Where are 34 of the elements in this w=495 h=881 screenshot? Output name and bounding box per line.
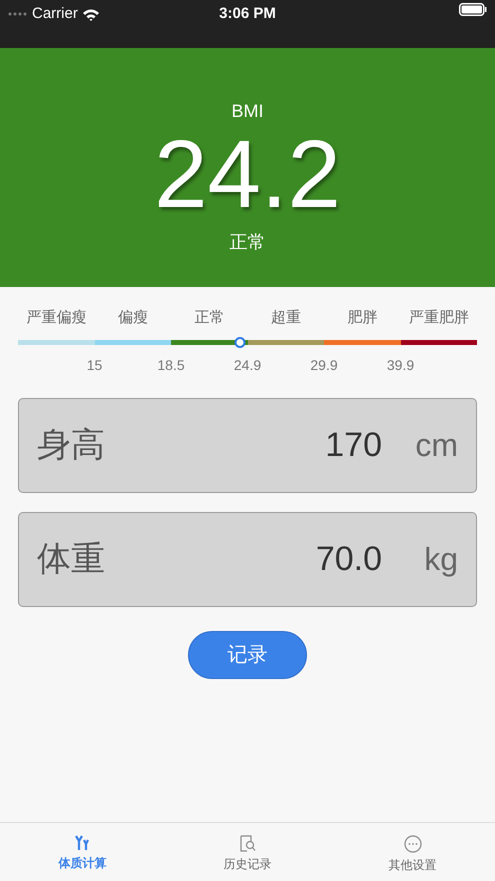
category-label: 正常: [193, 308, 226, 328]
record-button[interactable]: 记录: [188, 630, 307, 678]
battery-icon: [459, 3, 488, 16]
document-search-icon: [240, 835, 256, 852]
category-label: 偏瘦: [116, 308, 149, 328]
category-label: 超重: [270, 308, 302, 328]
measurement-field[interactable]: 身高 170 cm: [18, 398, 477, 492]
tab-item[interactable]: 历史记录: [165, 823, 330, 881]
figures-icon: [74, 835, 90, 851]
more-icon: [404, 835, 422, 853]
signal-icon: [8, 12, 28, 16]
field-label: 体重: [37, 538, 106, 580]
scale-tick-label: 39.9: [386, 356, 416, 374]
field-value: 170: [325, 424, 382, 466]
wifi-icon: [82, 8, 100, 21]
bmi-category: 正常: [230, 231, 266, 254]
measurement-field[interactable]: 体重 70.0 kg: [18, 512, 477, 606]
unit-label: cm: [414, 426, 458, 465]
unit-label: kg: [423, 540, 458, 579]
field-label: 身高: [37, 424, 106, 466]
tab-item[interactable]: 体质计算: [0, 823, 165, 881]
carrier-name: Carrier: [32, 4, 78, 24]
bmi-value: 24.2: [154, 125, 341, 225]
clock-time: 3:06 PM: [219, 4, 276, 24]
scale-tick-label: 29.9: [309, 356, 339, 374]
scale-tick-label: 24.9: [232, 356, 262, 374]
category-label: 严重肥胖: [408, 308, 470, 328]
category-label: 肥胖: [346, 308, 378, 328]
scale-tick-label: 15: [86, 356, 104, 374]
scale-tick-label: 18.5: [156, 356, 186, 374]
tab-item[interactable]: 其他设置: [330, 823, 495, 881]
bmi-label: BMI: [231, 100, 264, 123]
field-value: 70.0: [316, 538, 382, 580]
category-label: 严重偏瘦: [25, 308, 88, 328]
